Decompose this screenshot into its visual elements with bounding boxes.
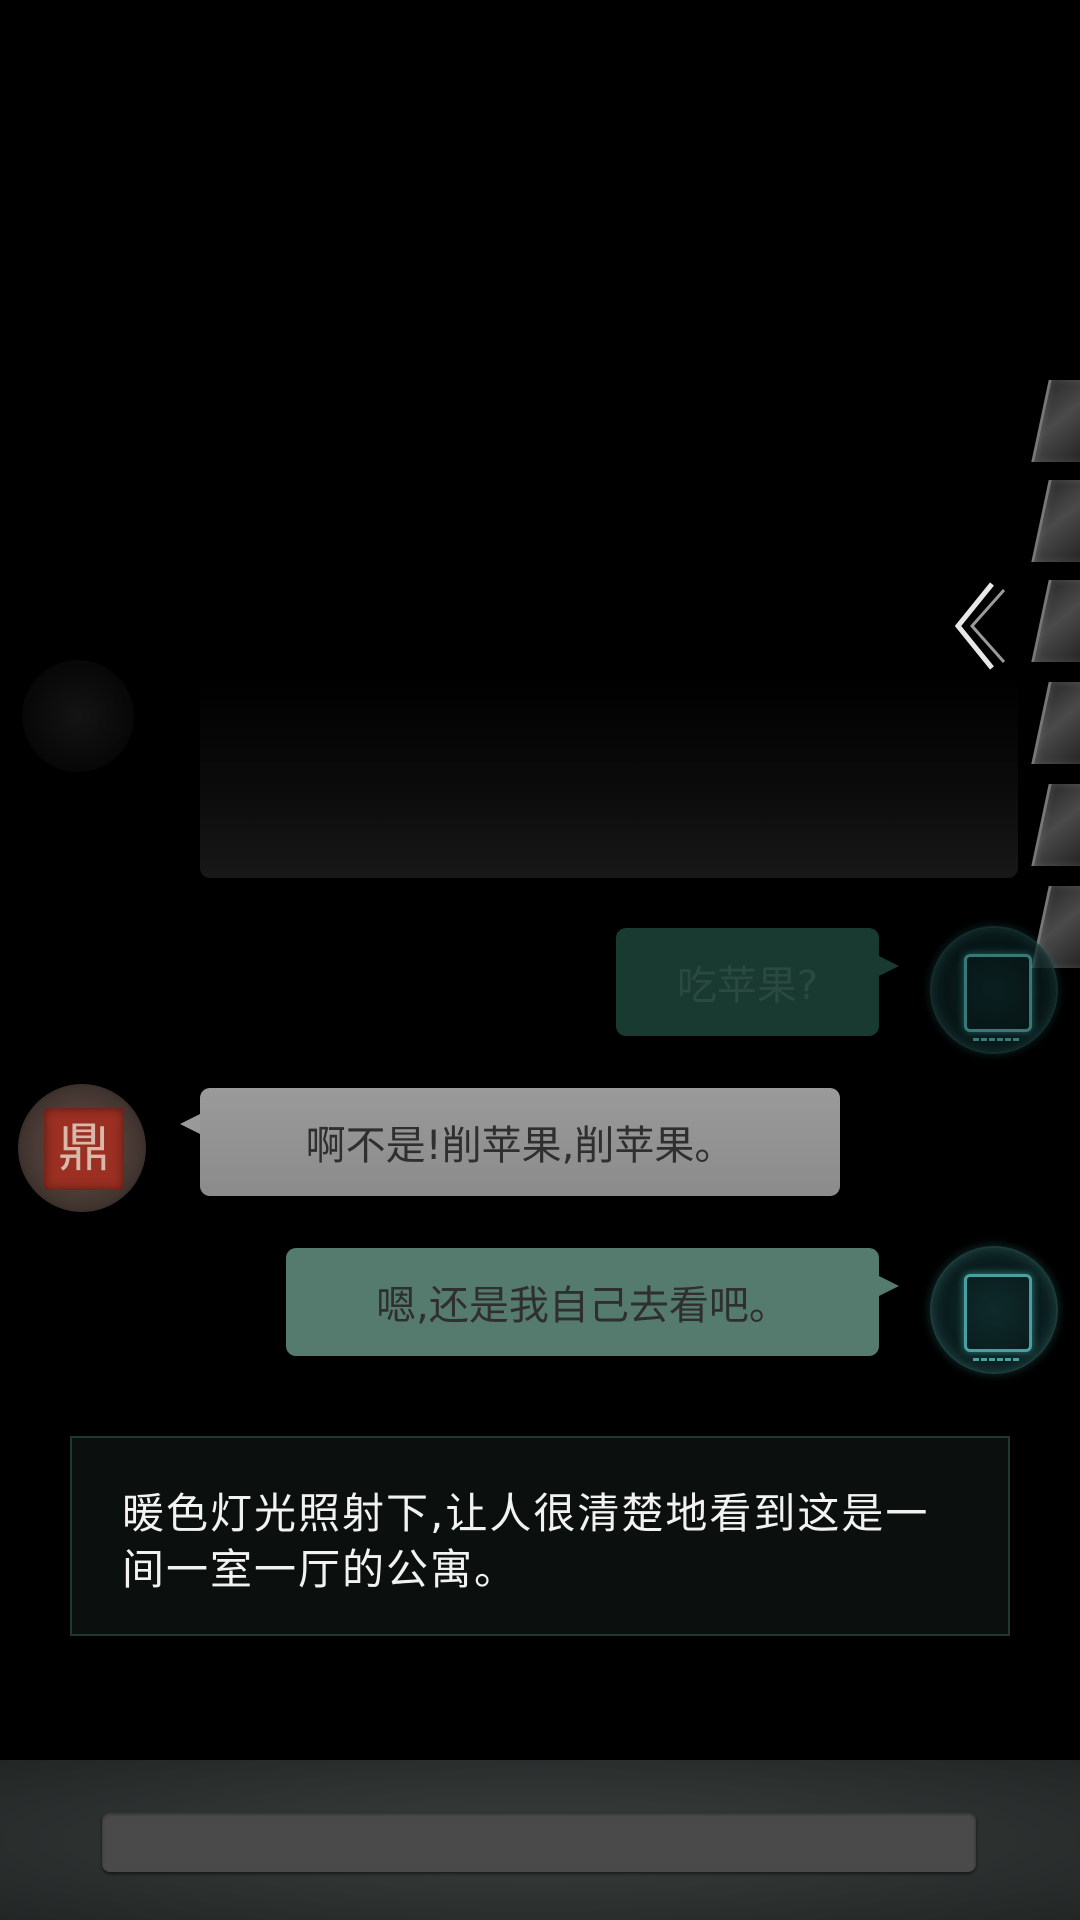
red-seal-icon: 鼎 [44, 1108, 124, 1190]
side-card[interactable] [1031, 380, 1080, 462]
chevron-left-icon [954, 582, 1006, 670]
player-message-bubble: 吃苹果? [616, 928, 899, 1036]
reply-input-bar[interactable] [102, 1812, 976, 1872]
player-avatar[interactable] [930, 1246, 1058, 1374]
message-text: 吃苹果? [676, 963, 819, 1009]
player-message-bubble: 嗯,还是我自己去看吧。 [286, 1248, 899, 1356]
side-card[interactable] [1031, 784, 1080, 866]
collapse-toggle-button[interactable] [950, 580, 1010, 670]
faded-message-bubble [200, 674, 1018, 878]
side-card[interactable] [1031, 580, 1080, 662]
glowing-paper-icon [964, 954, 1032, 1041]
npc-message-bubble: 啊不是!削苹果,削苹果。 [180, 1088, 840, 1196]
side-card-stack[interactable] [1031, 380, 1080, 980]
message-text: 啊不是!削苹果,削苹果。 [305, 1123, 735, 1169]
narration-text: 暖色灯光照射下,让人很清楚地看到这是一间一室一厅的公寓。 [122, 1489, 930, 1594]
narration-box: 暖色灯光照射下,让人很清楚地看到这是一间一室一厅的公寓。 [70, 1436, 1010, 1636]
bottom-bar [0, 1760, 1080, 1920]
side-card[interactable] [1031, 480, 1080, 562]
side-card[interactable] [1031, 682, 1080, 764]
chat-area: 吃苹果? 鼎 啊不是!削苹果,削苹果。 嗯,还是我自己去看吧。 暖色灯光照射下,… [0, 0, 1080, 1760]
message-text: 嗯,还是我自己去看吧。 [376, 1283, 789, 1329]
faded-npc-avatar [22, 660, 134, 772]
glowing-paper-icon [964, 1274, 1032, 1361]
player-avatar[interactable] [930, 926, 1058, 1054]
npc-avatar[interactable]: 鼎 [18, 1084, 146, 1212]
